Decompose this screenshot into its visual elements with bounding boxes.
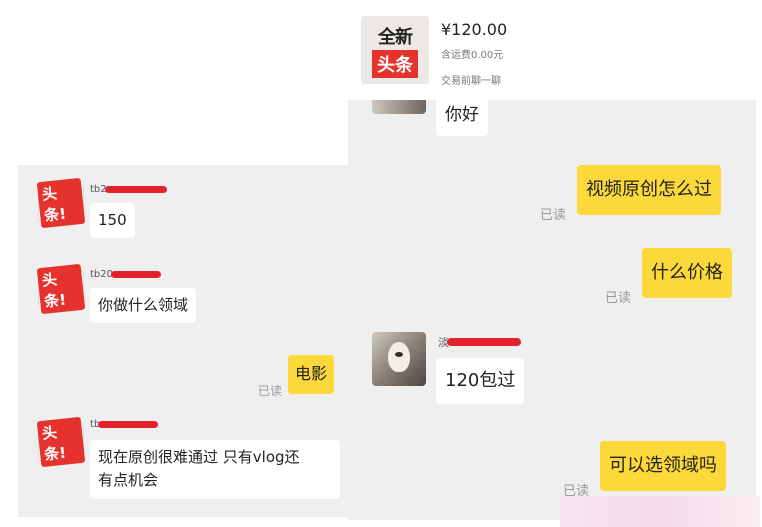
- user-avatar[interactable]: [372, 100, 426, 114]
- sender-name: tb: [90, 417, 159, 431]
- toutiao-logo-icon: 头条!: [36, 416, 86, 468]
- read-status: 已读: [540, 208, 567, 223]
- redaction-mark: [98, 420, 159, 428]
- read-status: 已读: [258, 384, 283, 398]
- message-bubble-self[interactable]: 视频原创怎么过: [577, 165, 721, 215]
- toutiao-avatar[interactable]: 头条!: [36, 416, 86, 468]
- message-bubble-self[interactable]: 电影: [288, 355, 335, 394]
- shipping-info: 含运费0.00元: [441, 50, 504, 61]
- redaction-mark: [447, 338, 521, 346]
- sender-name: tb20: [90, 267, 161, 281]
- left-chat-panel: 头条! tb2 150 头条! tb20 你做什么领域 已读 电影 头条! tb…: [18, 165, 352, 517]
- message-bubble[interactable]: 你做什么领域: [90, 288, 197, 324]
- message-bubble-self[interactable]: 什么价格: [642, 248, 732, 298]
- product-thumbnail[interactable]: 全新 头条: [361, 16, 429, 84]
- product-price: ¥120.00: [441, 20, 508, 39]
- message-bubble[interactable]: 120包过: [436, 358, 525, 404]
- pre-trade-chat-link[interactable]: 交易前聊一聊: [441, 72, 501, 87]
- product-header[interactable]: 全新 头条 ¥120.00 含运费0.00元 交易前聊一聊: [355, 10, 760, 100]
- sender-name: tb2: [90, 182, 167, 196]
- right-chat-panel: 你好 已读 视频原创怎么过 已读 什么价格 淡 120包过 已读 可以选领域吗: [348, 100, 756, 520]
- blurred-area: [560, 496, 760, 527]
- toutiao-avatar[interactable]: 头条!: [36, 263, 86, 315]
- message-bubble[interactable]: 150: [90, 203, 135, 239]
- user-avatar[interactable]: [372, 332, 426, 386]
- message-bubble[interactable]: 现在原创很难通过 只有vlog还 有点机会: [90, 440, 340, 499]
- message-bubble-self[interactable]: 可以选领域吗: [600, 441, 726, 491]
- toutiao-logo-icon: 头条!: [36, 263, 86, 315]
- message-bubble[interactable]: 你好: [436, 100, 488, 137]
- dog-photo-icon: [388, 342, 410, 372]
- read-status: 已读: [605, 291, 632, 306]
- redaction-mark: [111, 270, 161, 278]
- toutiao-logo-icon: 头条!: [36, 177, 86, 229]
- toutiao-avatar[interactable]: 头条!: [36, 177, 86, 229]
- sender-name: 淡: [438, 335, 521, 349]
- redaction-mark: [104, 185, 167, 193]
